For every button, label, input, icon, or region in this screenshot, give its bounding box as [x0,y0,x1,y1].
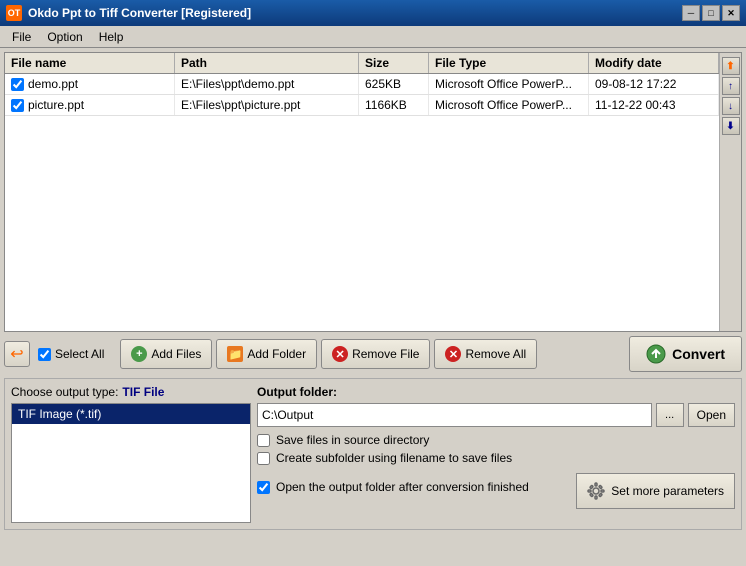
output-type-current: TIF File [122,385,164,399]
cell-path-0: E:\Files\ppt\demo.ppt [175,74,359,94]
scroll-buttons: ⬆ ↑ ↓ ⬇ [719,53,741,331]
col-modifydate: Modify date [589,53,719,73]
remove-all-icon: ✕ [445,346,461,362]
filename-1: picture.ppt [28,98,84,112]
cell-path-1: E:\Files\ppt\picture.ppt [175,95,359,115]
folder-browse-button[interactable]: ... [656,403,684,427]
cell-date-1: 11-12-22 00:43 [589,95,719,115]
table-row: picture.ppt E:\Files\ppt\picture.ppt 116… [5,95,719,116]
output-folder-label: Output folder: [257,385,735,399]
cell-size-0: 625KB [359,74,429,94]
maximize-button[interactable]: □ [702,5,720,21]
back-button[interactable]: ↩ [4,341,30,367]
output-type-label-row: Choose output type: TIF File [11,385,251,399]
minimize-button[interactable]: ─ [682,5,700,21]
table-body: demo.ppt E:\Files\ppt\demo.ppt 625KB Mic… [5,74,719,330]
menu-option[interactable]: Option [39,28,90,46]
table-row: demo.ppt E:\Files\ppt\demo.ppt 625KB Mic… [5,74,719,95]
window-title: Okdo Ppt to Tiff Converter [Registered] [28,6,251,20]
cell-date-0: 09-08-12 17:22 [589,74,719,94]
gear-icon [587,482,605,500]
open-after-checkbox[interactable] [257,481,270,494]
app-icon: OT [6,5,22,21]
select-all-area: Select All [38,347,104,361]
open-after-row: Open the output folder after conversion … [257,480,529,494]
table-inner: File name Path Size File Type Modify dat… [5,53,719,331]
remove-file-label: Remove File [352,347,419,361]
menu-file[interactable]: File [4,28,39,46]
cell-size-1: 1166KB [359,95,429,115]
add-files-label: Add Files [151,347,201,361]
convert-button[interactable]: Convert [629,336,742,372]
remove-file-icon: ✕ [332,346,348,362]
title-bar: OT Okdo Ppt to Tiff Converter [Registere… [0,0,746,26]
save-source-checkbox[interactable] [257,434,270,447]
add-files-button[interactable]: + Add Files [120,339,212,369]
cell-filename-1: picture.ppt [5,95,175,115]
folder-row: ... Open [257,403,735,427]
set-params-label: Set more parameters [611,484,724,498]
convert-icon [646,344,666,364]
col-filetype: File Type [429,53,589,73]
output-type-list[interactable]: TIF Image (*.tif) [11,403,251,523]
create-subfolder-checkbox[interactable] [257,452,270,465]
output-list-item-0[interactable]: TIF Image (*.tif) [12,404,250,424]
add-folder-button[interactable]: 📁 Add Folder [216,339,317,369]
scroll-down-button[interactable]: ↓ [722,97,740,115]
output-folder-panel: Output folder: ... Open Save files in so… [257,385,735,523]
window-controls: ─ □ ✕ [682,5,740,21]
row-checkbox-0[interactable] [11,78,24,91]
convert-label: Convert [672,346,725,362]
file-table-container: File name Path Size File Type Modify dat… [4,52,742,332]
back-icon: ↩ [10,344,23,364]
lower-section: Choose output type: TIF File TIF Image (… [4,378,742,530]
cell-type-1: Microsoft Office PowerP... [429,95,589,115]
menu-bar: File Option Help [0,26,746,48]
table-header: File name Path Size File Type Modify dat… [5,53,719,74]
remove-all-button[interactable]: ✕ Remove All [434,339,537,369]
cell-filename-0: demo.ppt [5,74,175,94]
save-source-row: Save files in source directory [257,433,735,447]
folder-open-button[interactable]: Open [688,403,735,427]
remove-all-label: Remove All [465,347,526,361]
add-folder-icon: 📁 [227,346,243,362]
filename-0: demo.ppt [28,77,78,91]
col-path: Path [175,53,359,73]
close-button[interactable]: ✕ [722,5,740,21]
row-checkbox-1[interactable] [11,99,24,112]
col-filename: File name [5,53,175,73]
select-all-label: Select All [55,347,104,361]
select-all-checkbox[interactable] [38,348,51,361]
scroll-bottom-button[interactable]: ⬇ [722,117,740,135]
create-subfolder-row: Create subfolder using filename to save … [257,451,735,465]
main-container: File name Path Size File Type Modify dat… [0,48,746,566]
scroll-up-button[interactable]: ↑ [722,77,740,95]
save-source-label: Save files in source directory [276,433,429,447]
remove-file-button[interactable]: ✕ Remove File [321,339,430,369]
menu-help[interactable]: Help [91,28,132,46]
add-files-icon: + [131,346,147,362]
open-after-label: Open the output folder after conversion … [276,480,529,494]
folder-path-input[interactable] [257,403,652,427]
create-subfolder-label: Create subfolder using filename to save … [276,451,512,465]
col-size: Size [359,53,429,73]
output-type-text: Choose output type: [11,385,118,399]
cell-type-0: Microsoft Office PowerP... [429,74,589,94]
add-folder-label: Add Folder [247,347,306,361]
toolbar: ↩ Select All + Add Files 📁 Add Folder ✕ … [4,336,742,372]
scroll-top-button[interactable]: ⬆ [722,57,740,75]
output-type-panel: Choose output type: TIF File TIF Image (… [11,385,251,523]
set-params-button[interactable]: Set more parameters [576,473,735,509]
